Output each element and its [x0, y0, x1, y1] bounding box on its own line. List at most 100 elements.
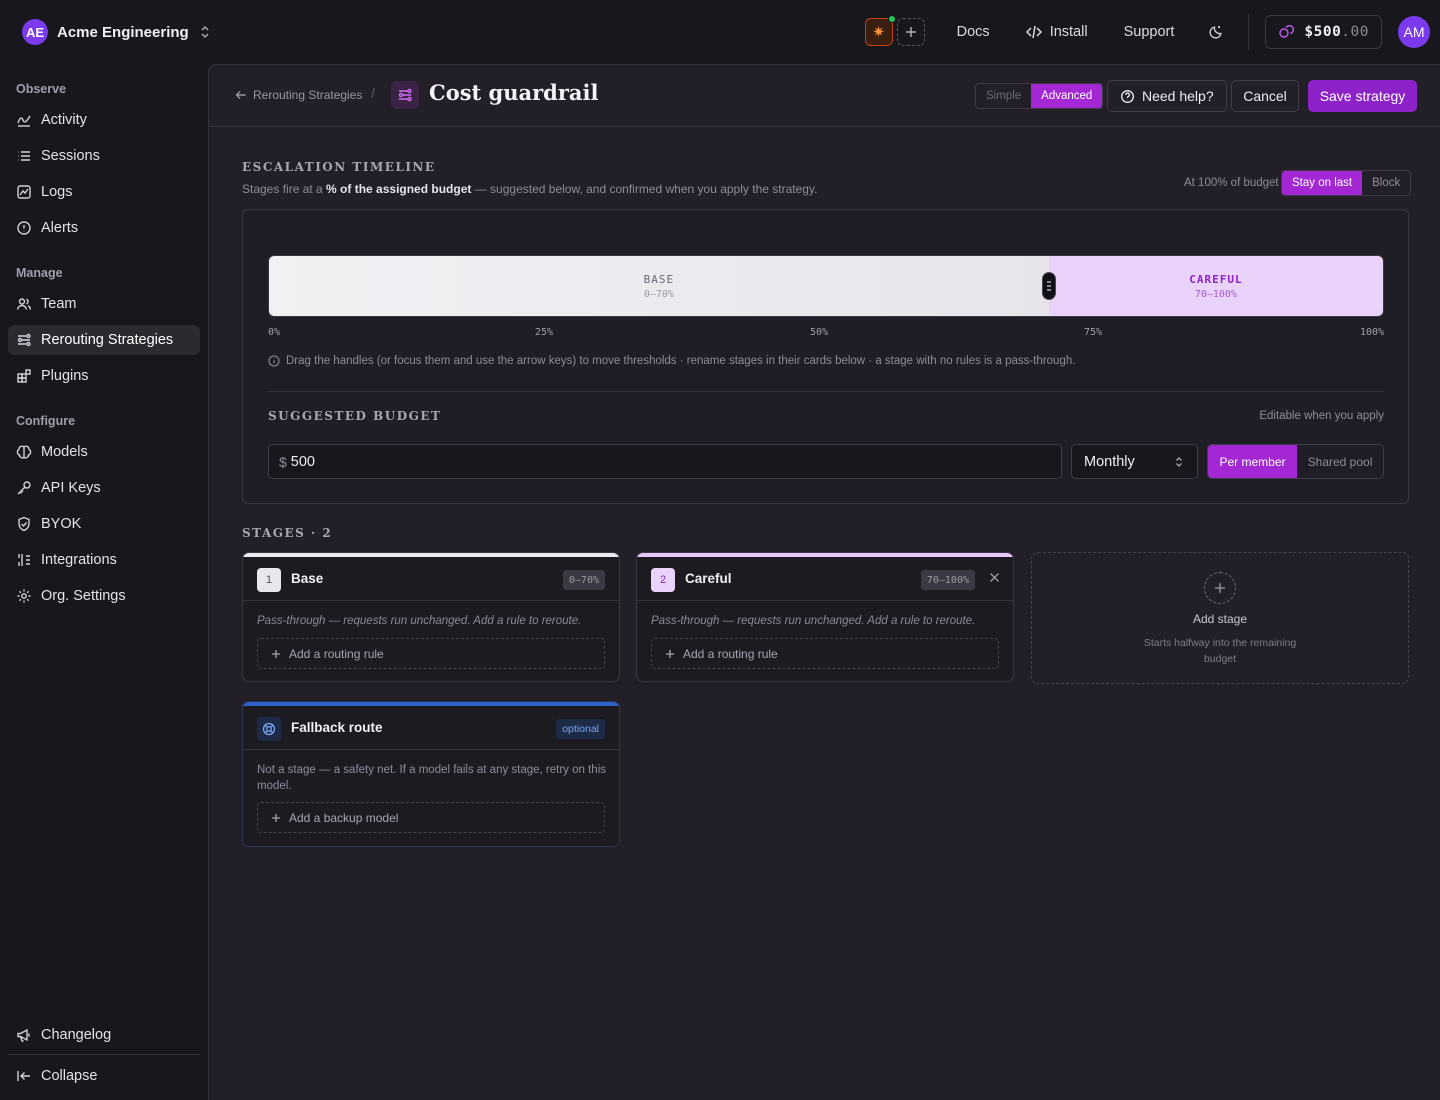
docs-link[interactable]: Docs [957, 24, 990, 40]
sidebar-item-org-settings[interactable]: Org. Settings [8, 581, 200, 611]
block-option[interactable]: Block [1362, 171, 1410, 195]
info-icon [268, 355, 280, 367]
status-dot [887, 15, 896, 23]
add-routing-rule-button[interactable]: Add a routing rule [257, 638, 605, 669]
shield-check-icon [18, 516, 30, 532]
sidebar-item-label: Activity [41, 112, 87, 128]
sidebar-item-label: Models [41, 444, 88, 460]
install-label: Install [1049, 24, 1088, 40]
stage-name[interactable]: Careful [685, 571, 732, 586]
chevron-up-down-icon [1176, 456, 1182, 467]
fallback-route-card: Fallback route optional Not a stage — a … [242, 701, 620, 847]
code-icon [1025, 25, 1042, 39]
add-backup-model-button[interactable]: Add a backup model [257, 802, 605, 833]
fallback-header: Fallback route optional [243, 706, 619, 750]
segment-range: 70–100% [1194, 288, 1237, 300]
user-avatar[interactable]: AM [1398, 16, 1430, 48]
timeline-hint-text: Drag the handles (or focus them and use … [286, 355, 1076, 367]
cancel-button[interactable]: Cancel [1231, 80, 1299, 112]
add-routing-rule-label: Add a routing rule [683, 646, 778, 661]
org-avatar: AE [22, 19, 48, 45]
sidebar-collapse-button[interactable]: Collapse [8, 1061, 200, 1091]
tick-label: 25% [535, 327, 554, 338]
sidebar-item-label: Sessions [41, 148, 100, 164]
stage-card-base: 1 Base 0–70% Pass-through — requests run… [242, 552, 620, 682]
support-link[interactable]: Support [1124, 24, 1175, 40]
budget-period-select[interactable]: Monthly [1071, 444, 1198, 479]
budget-scope-toggle: Per member Shared pool [1207, 444, 1384, 479]
sidebar-item-byok[interactable]: BYOK [8, 509, 200, 539]
main-panel: Rerouting Strategies / Cost guardrail Si… [208, 64, 1440, 1100]
sidebar-item-label: BYOK [41, 516, 82, 532]
add-stage-button[interactable]: Add stage Starts halfway into the remain… [1031, 552, 1409, 684]
add-routing-rule-button[interactable]: Add a routing rule [651, 638, 999, 669]
segment-name: CAREFUL [1189, 272, 1243, 286]
credits-balance[interactable]: $500.00 [1265, 15, 1382, 49]
budget-amount-input[interactable] [290, 453, 991, 470]
sidebar-item-team[interactable]: Team [8, 289, 200, 319]
stay-on-last-option[interactable]: Stay on last [1282, 171, 1363, 195]
shared-pool-option[interactable]: Shared pool [1297, 445, 1383, 478]
alert-circle-icon [17, 221, 31, 235]
sidebar-item-label: Collapse [41, 1068, 98, 1084]
add-pin-button[interactable] [896, 18, 925, 46]
sidebar-item-integrations[interactable]: Integrations [8, 545, 200, 575]
tick-label: 100% [1360, 327, 1385, 338]
chart-box-icon [17, 185, 31, 199]
pinned-app-icon[interactable]: ✷ [864, 15, 896, 46]
list-icon [18, 151, 30, 161]
need-help-button[interactable]: Need help? [1107, 80, 1227, 112]
plus-icon [272, 813, 280, 822]
timeline-segment-base[interactable]: BASE 0–70% [269, 256, 1049, 316]
sidebar-item-changelog[interactable]: Changelog [8, 1020, 200, 1050]
fallback-name: Fallback route [291, 720, 383, 735]
save-strategy-button[interactable]: Save strategy [1308, 80, 1417, 112]
optional-badge: optional [556, 719, 605, 739]
sidebar-item-sessions[interactable]: Sessions [8, 141, 200, 171]
theme-toggle[interactable] [1208, 24, 1224, 40]
page-header: Rerouting Strategies / Cost guardrail Si… [209, 65, 1440, 127]
add-stage-subtitle: Starts halfway into the remaining budget [1143, 637, 1297, 665]
route-icon [17, 333, 31, 347]
grip-dot [1047, 289, 1052, 291]
grip-dot [1047, 285, 1052, 287]
stage-name[interactable]: Base [291, 571, 323, 586]
sidebar-item-label: Alerts [41, 220, 79, 236]
timeline-segment-careful[interactable]: CAREFUL 70–100% [1048, 256, 1383, 316]
stage-range-badge: 0–70% [562, 570, 605, 590]
threshold-drag-handle[interactable] [1042, 272, 1057, 300]
per-member-option[interactable]: Per member [1208, 445, 1297, 478]
sidebar-item-api-keys[interactable]: API Keys [8, 473, 200, 503]
sidebar-item-label: Plugins [41, 368, 89, 384]
sidebar-item-alerts[interactable]: Alerts [8, 213, 200, 243]
timeline-title: ESCALATION TIMELINE [242, 160, 436, 174]
org-name: Acme Engineering [57, 23, 189, 41]
plus-icon [666, 649, 674, 658]
org-switcher[interactable]: AE Acme Engineering [22, 19, 212, 45]
sidebar-item-label: Rerouting Strategies [41, 332, 174, 348]
remove-stage-close-icon[interactable] [989, 572, 1000, 583]
sidebar-item-label: Logs [41, 184, 73, 200]
sparkle-icon: ✷ [872, 24, 885, 41]
timeline-subtitle: Stages fire at a % of the assigned budge… [242, 182, 818, 196]
lifebuoy-icon [257, 717, 281, 741]
mode-toggle: Simple Advanced [975, 83, 1104, 109]
breadcrumb[interactable]: Rerouting Strategies [235, 88, 362, 102]
plus-icon [905, 27, 916, 37]
timeline-subtitle-emphasis: % of the assigned budget [326, 182, 472, 196]
sidebar-item-activity[interactable]: Activity [8, 105, 200, 135]
install-link[interactable]: Install [1025, 24, 1088, 40]
gear-icon [17, 589, 31, 603]
credits-amount: $500.00 [1304, 24, 1369, 40]
need-help-label: Need help? [1142, 88, 1214, 104]
mode-simple[interactable]: Simple [976, 84, 1031, 108]
sidebar-item-logs[interactable]: Logs [8, 177, 200, 207]
sidebar-item-rerouting-strategies[interactable]: Rerouting Strategies [8, 325, 200, 355]
currency-symbol: $ [279, 453, 287, 470]
mode-advanced[interactable]: Advanced [1031, 84, 1103, 108]
budget-period-value: Monthly [1084, 453, 1135, 470]
at-budget-toggle: Stay on last Block [1281, 170, 1412, 196]
at-budget-label: At 100% of budget [1184, 177, 1279, 189]
sidebar-item-plugins[interactable]: Plugins [8, 361, 200, 391]
sidebar-item-models[interactable]: Models [8, 437, 200, 467]
